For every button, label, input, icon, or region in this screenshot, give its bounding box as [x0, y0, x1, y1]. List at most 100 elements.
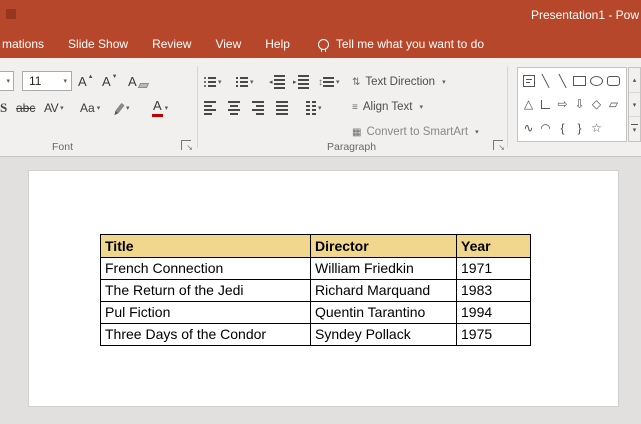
font-dialog-launcher[interactable]: ↘: [181, 140, 193, 152]
decrease-indent-button[interactable]: ◂: [268, 72, 285, 92]
chevron-down-icon: ▾: [475, 128, 479, 136]
convert-smartart-label: Convert to SmartArt: [366, 126, 469, 138]
increase-indent-button[interactable]: ▸: [292, 72, 309, 92]
eraser-icon: [137, 82, 149, 88]
table-cell[interactable]: Quentin Tarantino: [310, 301, 457, 324]
case-label: Aa: [80, 101, 95, 115]
rounded-rectangle-icon: [607, 75, 620, 86]
tab-slide-show[interactable]: Slide Show: [56, 30, 140, 58]
justify-button[interactable]: [276, 98, 288, 118]
chevron-down-icon: ▾: [96, 104, 101, 112]
powerpoint-window: Presentation1 - Pow mations Slide Show R…: [0, 0, 641, 424]
chevron-down-icon: ▾: [318, 104, 322, 112]
slide[interactable]: Title Director Year French Connection Wi…: [28, 170, 619, 407]
align-right-icon: [252, 101, 264, 115]
increase-font-size-button[interactable]: A ▲: [78, 71, 94, 91]
shape-rectangle[interactable]: [571, 70, 588, 92]
table-cell[interactable]: French Connection: [100, 257, 311, 280]
launcher-arrow-icon: ↘: [186, 143, 193, 152]
numbered-list-icon: [236, 77, 248, 87]
shape-right-brace[interactable]: }: [571, 117, 588, 139]
columns-button[interactable]: ▾: [306, 98, 322, 118]
bullet-list-icon: [204, 77, 216, 87]
align-center-button[interactable]: [228, 98, 240, 118]
shape-line-arrow[interactable]: ╲: [554, 70, 571, 92]
bullets-button[interactable]: ▾: [204, 72, 222, 92]
shape-arrow-right[interactable]: ⇨: [554, 93, 571, 115]
font-name-combo[interactable]: ▾: [0, 71, 14, 91]
table-cell[interactable]: Pul Fiction: [100, 301, 311, 324]
character-spacing-button[interactable]: AV ▾: [44, 98, 64, 118]
table-cell[interactable]: William Friedkin: [310, 257, 457, 280]
line-spacing-button[interactable]: ↕ ▾: [318, 72, 340, 92]
justify-icon: [276, 101, 288, 115]
strikethrough-button[interactable]: abc: [16, 98, 35, 118]
slide-canvas: Title Director Year French Connection Wi…: [0, 157, 641, 424]
shape-parallelogram[interactable]: ▱: [605, 93, 622, 115]
decrease-font-size-button[interactable]: A ▼: [102, 71, 118, 91]
more-bar-icon: [631, 124, 638, 126]
align-left-icon: [204, 101, 216, 115]
shapes-gallery: ╲ ╲ △ ⇨ ⇩ ◇ ▱ ∿ ◠ { } ☆: [517, 67, 627, 142]
chevron-down-icon: ▾: [632, 127, 637, 135]
paragraph-dialog-launcher[interactable]: ↘: [493, 140, 505, 152]
smartart-icon: ▦: [352, 126, 362, 138]
movies-table[interactable]: Title Director Year French Connection Wi…: [100, 234, 531, 346]
table-header-title[interactable]: Title: [100, 234, 311, 258]
convert-to-smartart-button[interactable]: ▦ Convert to SmartArt ▾: [352, 122, 479, 142]
text-direction-button[interactable]: ⇅ Text Direction ▾: [352, 72, 446, 92]
shape-arrow-down[interactable]: ⇩: [571, 93, 588, 115]
shapes-more-button[interactable]: ▾: [629, 117, 640, 141]
table-cell[interactable]: 1983: [456, 279, 531, 302]
table-header-row: Title Director Year: [100, 234, 531, 258]
shape-triangle[interactable]: △: [520, 93, 537, 115]
shapes-scroll-up-button[interactable]: ▴: [629, 68, 640, 93]
table-cell[interactable]: Richard Marquand: [310, 279, 457, 302]
shapes-scroll-down-button[interactable]: ▾: [629, 93, 640, 118]
shape-line[interactable]: ╲: [537, 70, 554, 92]
table-cell[interactable]: 1971: [456, 257, 531, 280]
tab-help[interactable]: Help: [253, 30, 302, 58]
elbow-icon: [541, 99, 550, 109]
shape-rounded-rectangle[interactable]: [605, 70, 622, 92]
shape-oval[interactable]: [588, 70, 605, 92]
clear-formatting-button[interactable]: A: [128, 71, 149, 91]
shape-textbox[interactable]: [520, 70, 537, 92]
change-case-button[interactable]: Aa ▾: [80, 98, 100, 118]
table-cell[interactable]: Three Days of the Condor: [100, 323, 311, 346]
spacing-lines-icon: [323, 77, 334, 87]
text-highlight-button[interactable]: ▾: [115, 98, 130, 118]
align-left-button[interactable]: [204, 98, 216, 118]
table-cell[interactable]: 1994: [456, 301, 531, 324]
tell-me-label: Tell me what you want to do: [335, 37, 484, 51]
table-cell[interactable]: 1975: [456, 323, 531, 346]
shape-diamond[interactable]: ◇: [588, 93, 605, 115]
text-shadow-button[interactable]: S: [0, 98, 7, 118]
shape-left-brace[interactable]: {: [554, 117, 571, 139]
table-row: The Return of the Jedi Richard Marquand …: [100, 279, 531, 302]
chevron-down-icon: ▾: [60, 104, 64, 112]
tell-me-box[interactable]: Tell me what you want to do: [317, 37, 484, 52]
launcher-arrow-icon: ↘: [498, 143, 505, 152]
indent-lines-icon: [273, 75, 285, 89]
tab-review[interactable]: Review: [140, 30, 203, 58]
shape-arc[interactable]: ◠: [537, 117, 554, 139]
table-header-year[interactable]: Year: [456, 234, 531, 258]
tab-view[interactable]: View: [203, 30, 253, 58]
tab-animations[interactable]: mations: [0, 30, 56, 58]
shapes-row: ∿ ◠ { } ☆: [520, 117, 624, 139]
table-header-director[interactable]: Director: [310, 234, 457, 258]
font-color-button[interactable]: A ▾: [152, 98, 168, 118]
table-cell[interactable]: Syndey Pollack: [310, 323, 457, 346]
font-size-combo[interactable]: 11 ▾: [22, 71, 72, 91]
shape-curve[interactable]: ∿: [520, 117, 537, 139]
window-title: Presentation1 - Pow: [530, 8, 639, 22]
shape-elbow-connector[interactable]: [537, 93, 554, 115]
table-cell[interactable]: The Return of the Jedi: [100, 279, 311, 302]
align-center-icon: [228, 101, 240, 115]
numbering-button[interactable]: ▾: [236, 72, 254, 92]
align-text-button[interactable]: ≡ Align Text ▾: [352, 97, 423, 117]
letter-a: A: [128, 73, 137, 89]
align-right-button[interactable]: [252, 98, 264, 118]
shape-star[interactable]: ☆: [588, 117, 605, 139]
